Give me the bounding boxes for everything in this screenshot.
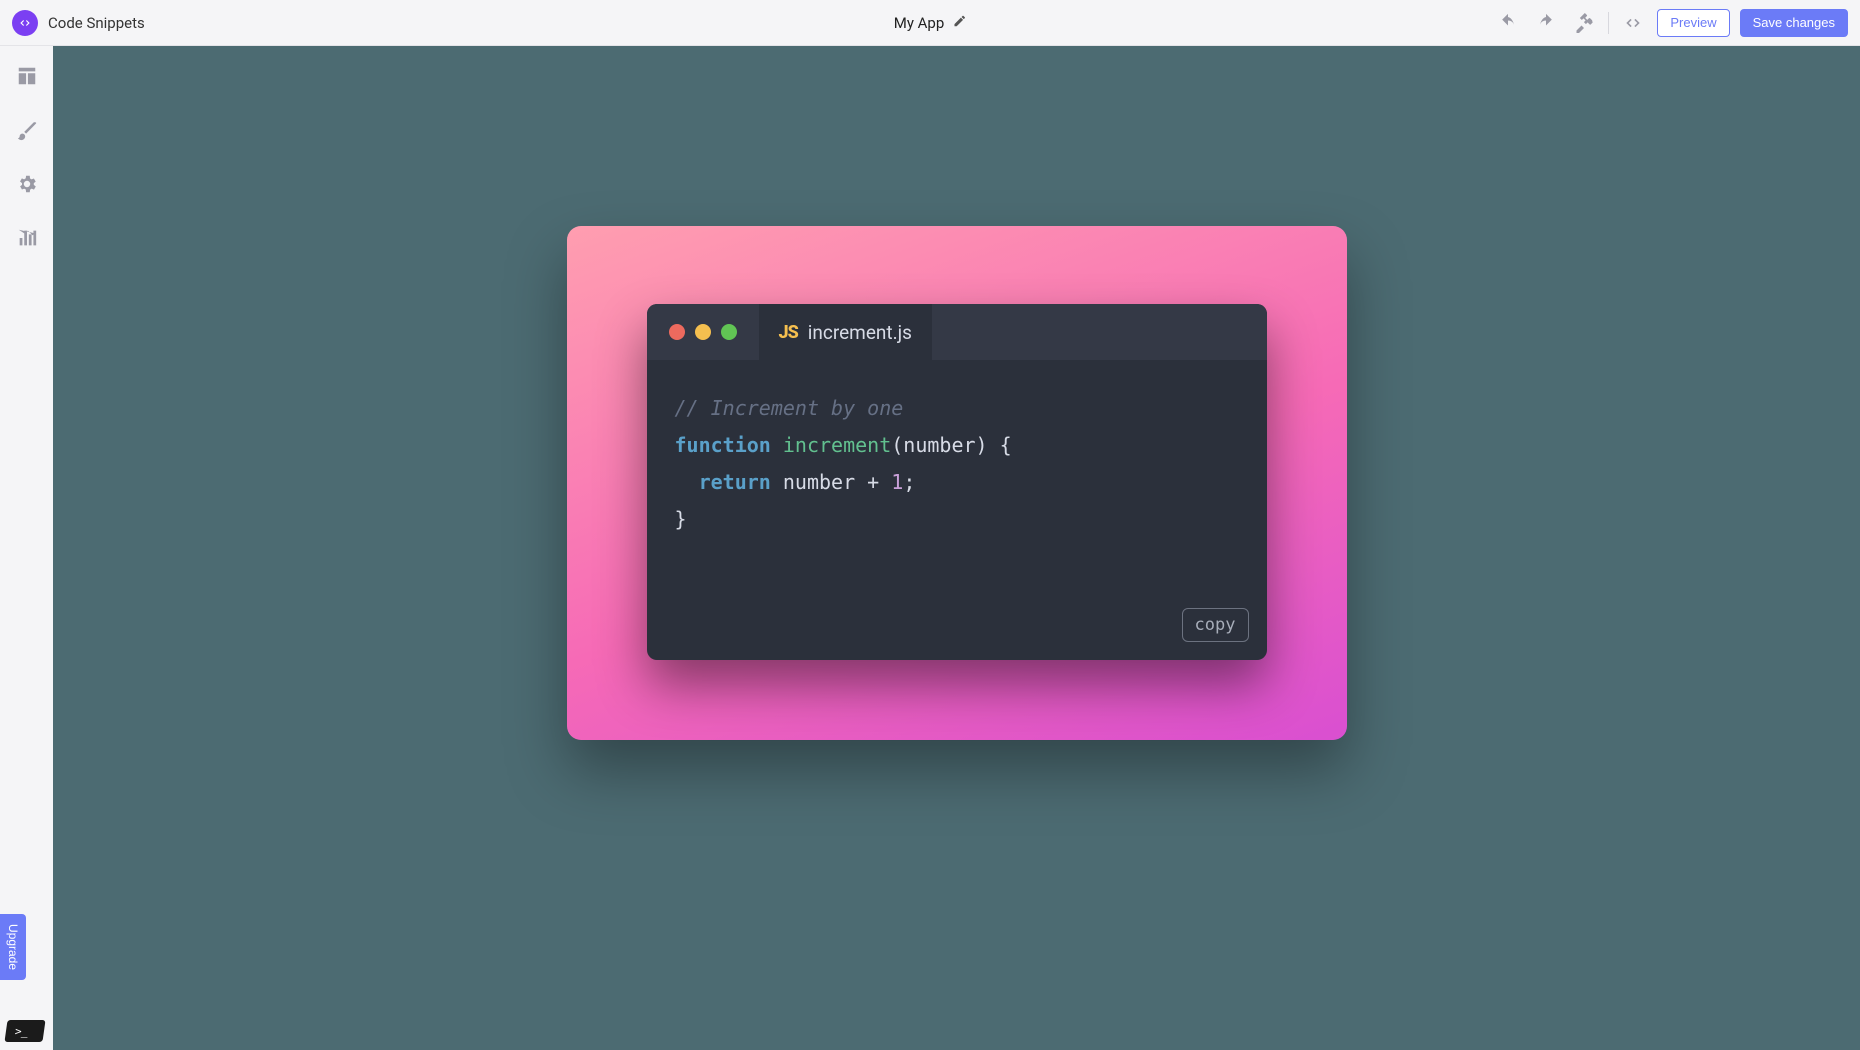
project-name-group[interactable]: My App bbox=[894, 14, 967, 32]
design-canvas[interactable]: JS increment.js // Increment by one func… bbox=[53, 46, 1860, 1050]
brush-icon[interactable] bbox=[11, 114, 43, 146]
num-one: 1 bbox=[891, 470, 903, 494]
js-file-icon: JS bbox=[779, 322, 798, 343]
console-toggle-button[interactable]: >_ bbox=[4, 1020, 45, 1042]
topbar-right: Preview Save changes bbox=[1494, 9, 1848, 37]
upgrade-button[interactable]: Upgrade bbox=[0, 914, 26, 980]
preview-button[interactable]: Preview bbox=[1657, 9, 1729, 37]
code-comment: // Increment by one bbox=[675, 396, 904, 420]
data-grid-icon[interactable] bbox=[11, 60, 43, 92]
param: number bbox=[903, 433, 975, 457]
left-sidebar: Upgrade >_ bbox=[0, 46, 53, 1050]
kw-return: return bbox=[699, 470, 771, 494]
undo-button[interactable] bbox=[1494, 9, 1522, 37]
toolbar-divider bbox=[1608, 12, 1609, 34]
redo-button[interactable] bbox=[1532, 9, 1560, 37]
kw-function: function bbox=[675, 433, 771, 457]
save-button[interactable]: Save changes bbox=[1740, 9, 1848, 37]
project-name: My App bbox=[894, 14, 945, 32]
file-tab[interactable]: JS increment.js bbox=[759, 304, 932, 360]
app-title: Code Snippets bbox=[48, 14, 145, 32]
topbar-left: Code Snippets bbox=[12, 10, 145, 36]
window-traffic-lights bbox=[669, 324, 737, 340]
return-lhs: number bbox=[783, 470, 855, 494]
snippet-card[interactable]: JS increment.js // Increment by one func… bbox=[567, 226, 1347, 740]
traffic-light-zoom-icon bbox=[721, 324, 737, 340]
traffic-light-minimize-icon bbox=[695, 324, 711, 340]
brace-close: } bbox=[675, 507, 687, 531]
main-area: Upgrade >_ JS increment.js // Increme bbox=[0, 46, 1860, 1050]
hammer-button[interactable] bbox=[1570, 9, 1598, 37]
code-window: JS increment.js // Increment by one func… bbox=[647, 304, 1267, 660]
edit-pencil-icon[interactable] bbox=[952, 14, 966, 32]
paren-open: ( bbox=[891, 433, 903, 457]
traffic-light-close-icon bbox=[669, 324, 685, 340]
code-body[interactable]: // Increment by one function increment(n… bbox=[647, 360, 1267, 660]
code-toggle-button[interactable] bbox=[1619, 9, 1647, 37]
app-logo-icon bbox=[12, 10, 38, 36]
analytics-icon[interactable] bbox=[11, 222, 43, 254]
op-plus: + bbox=[855, 470, 891, 494]
file-name: increment.js bbox=[808, 321, 912, 344]
code-window-titlebar: JS increment.js bbox=[647, 304, 1267, 360]
copy-button[interactable]: copy bbox=[1182, 608, 1249, 642]
paren-close-brace: ) { bbox=[976, 433, 1012, 457]
settings-icon[interactable] bbox=[11, 168, 43, 200]
fn-name: increment bbox=[783, 433, 891, 457]
semicolon: ; bbox=[903, 470, 915, 494]
top-bar: Code Snippets My App Preview Save change… bbox=[0, 0, 1860, 46]
